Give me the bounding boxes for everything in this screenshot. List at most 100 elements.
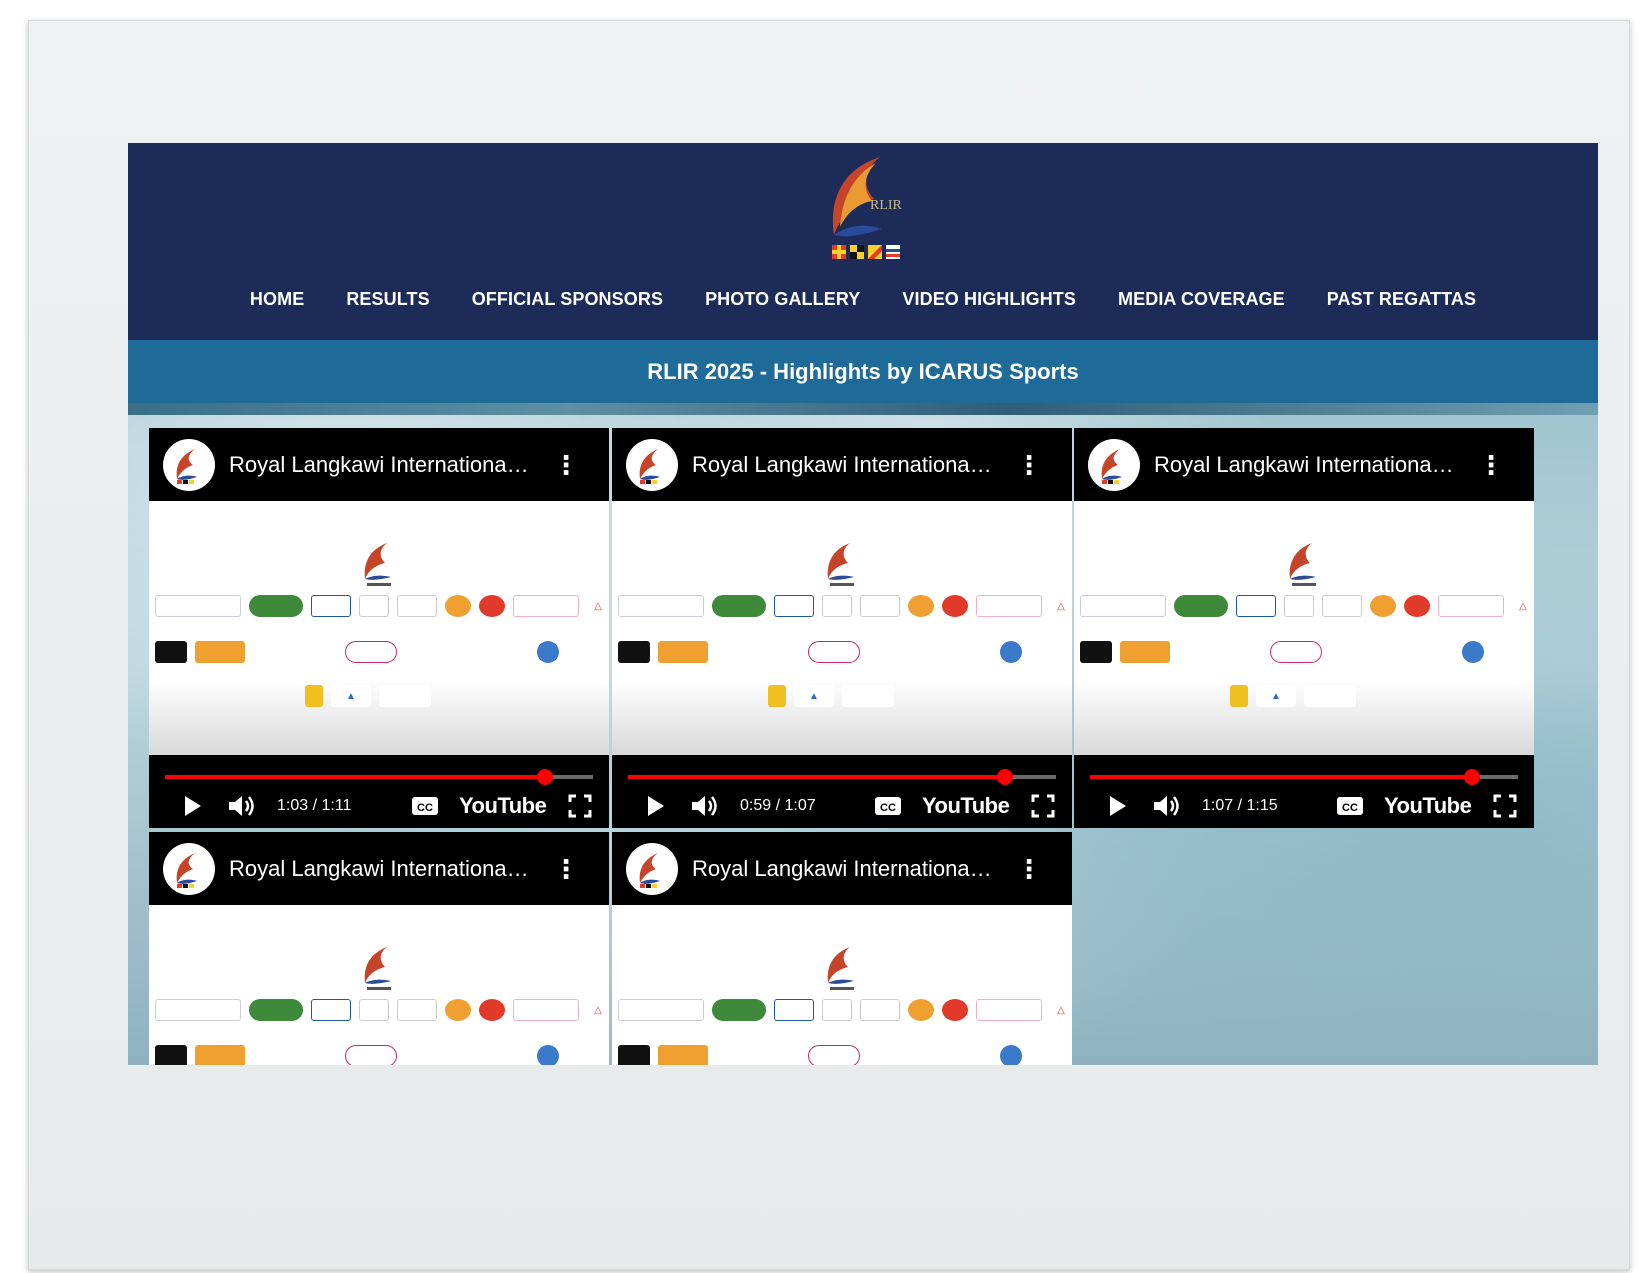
video-embed-5[interactable]: Royal Langkawi International Regatta 202… xyxy=(612,832,1072,1065)
captions-icon[interactable]: CC xyxy=(411,795,439,817)
video-title[interactable]: Royal Langkawi International Regatta 202… xyxy=(229,452,529,478)
video-embed-2[interactable]: Royal Langkawi International Regatta 202… xyxy=(612,428,1072,828)
video-header: Royal Langkawi International Regatta 202… xyxy=(1074,428,1534,501)
sponsor-logo xyxy=(1230,685,1248,707)
sponsor-logo xyxy=(774,999,814,1021)
sponsor-logo xyxy=(658,641,708,663)
sponsor-logo xyxy=(908,999,934,1021)
video-embed-1[interactable]: Royal Langkawi International Regatta 202… xyxy=(149,428,609,828)
sponsor-logo xyxy=(1284,595,1314,617)
sponsor-logo xyxy=(293,1045,337,1065)
sponsor-logo xyxy=(311,595,351,617)
scrubber-handle[interactable] xyxy=(997,769,1014,785)
sponsor-logo xyxy=(405,1045,495,1065)
captions-icon[interactable]: CC xyxy=(874,795,902,817)
sponsor-logo: ▲ xyxy=(794,685,834,707)
progress-bar[interactable] xyxy=(165,769,593,785)
sponsor-row-2 xyxy=(155,1045,559,1065)
video-title[interactable]: Royal Langkawi International Regatta 202… xyxy=(692,452,992,478)
nav-photo-gallery[interactable]: PHOTO GALLERY xyxy=(705,289,860,310)
progress-bar[interactable] xyxy=(628,769,1056,785)
video-embed-4[interactable]: Royal Langkawi International Regatta 202… xyxy=(149,832,609,1065)
scrubber-handle[interactable] xyxy=(536,769,553,785)
sponsor-row-1: △ ⛵ xyxy=(1080,595,1534,617)
nav-home[interactable]: HOME xyxy=(250,289,304,310)
play-icon[interactable] xyxy=(642,793,668,819)
nav-media-coverage[interactable]: MEDIA COVERAGE xyxy=(1118,289,1285,310)
play-icon[interactable] xyxy=(1104,793,1130,819)
sponsor-logo xyxy=(966,1045,992,1065)
video-title[interactable]: Royal Langkawi International Regatta 202… xyxy=(229,856,529,882)
sponsor-logo xyxy=(397,999,437,1021)
fullscreen-icon[interactable] xyxy=(1031,794,1055,818)
page-title-bar: RLIR 2025 - Highlights by ICARUS Sports xyxy=(128,340,1598,403)
sponsor-logo xyxy=(716,641,748,663)
sponsor-logo xyxy=(249,999,303,1021)
svg-text:CC: CC xyxy=(417,802,433,814)
scrubber-handle[interactable] xyxy=(1464,769,1481,785)
progress-bar[interactable] xyxy=(1090,769,1518,785)
sponsor-row-3: ▲ xyxy=(768,685,894,707)
channel-avatar[interactable] xyxy=(163,842,215,895)
volume-icon[interactable] xyxy=(227,793,257,819)
channel-avatar[interactable] xyxy=(163,438,215,491)
sponsor-logo xyxy=(1438,595,1504,617)
sponsor-logo xyxy=(249,595,303,617)
sponsor-logo xyxy=(908,595,934,617)
channel-avatar[interactable] xyxy=(1088,438,1140,491)
wave-strip xyxy=(128,403,1598,415)
sponsor-logo xyxy=(405,641,495,663)
sponsor-logo xyxy=(1080,641,1112,663)
sponsor-row-1: △ ⛵ xyxy=(618,595,1072,617)
volume-icon[interactable] xyxy=(1152,793,1182,819)
video-header: Royal Langkawi International Regatta 202… xyxy=(612,428,1072,501)
sponsor-row-2 xyxy=(618,1045,1022,1065)
sponsor-logo xyxy=(537,641,559,663)
channel-avatar[interactable] xyxy=(626,842,678,895)
youtube-logo[interactable]: YouTube xyxy=(922,793,1010,819)
nav-results[interactable]: RESULTS xyxy=(346,289,429,310)
sponsor-logo xyxy=(1218,641,1262,663)
more-vert-icon[interactable]: ⋮ xyxy=(1478,452,1504,478)
sponsor-logo xyxy=(253,641,285,663)
youtube-logo[interactable]: YouTube xyxy=(459,793,547,819)
sponsor-logo: △ xyxy=(1050,595,1072,617)
page-title: RLIR 2025 - Highlights by ICARUS Sports xyxy=(647,358,1079,384)
nav-official-sponsors[interactable]: OFFICIAL SPONSORS xyxy=(472,289,663,310)
video-title[interactable]: Royal Langkawi International Regatta 202… xyxy=(692,856,992,882)
more-vert-icon[interactable]: ⋮ xyxy=(1016,856,1042,882)
video-thumbnail[interactable]: △ ⛵ ▲ xyxy=(612,905,1072,1065)
video-thumbnail[interactable]: △ ⛵ ▲ xyxy=(149,501,609,755)
video-thumbnail[interactable]: △ ⛵ ▲ xyxy=(1074,501,1534,755)
player-controls: 1:03 / 1:11 CC YouTube xyxy=(149,755,609,828)
sponsor-logo xyxy=(1120,641,1170,663)
nav-video-highlights[interactable]: VIDEO HIGHLIGHTS xyxy=(902,289,1076,310)
sponsor-logo xyxy=(379,685,431,707)
more-vert-icon[interactable]: ⋮ xyxy=(1016,452,1042,478)
nav-past-regattas[interactable]: PAST REGATTAS xyxy=(1327,289,1476,310)
play-icon[interactable] xyxy=(179,793,205,819)
video-embed-3[interactable]: Royal Langkawi International Regatta 202… xyxy=(1074,428,1534,828)
more-vert-icon[interactable]: ⋮ xyxy=(553,452,579,478)
sponsor-logo xyxy=(868,1045,958,1065)
volume-icon[interactable] xyxy=(690,793,720,819)
video-title[interactable]: Royal Langkawi International Regatta 202… xyxy=(1154,452,1454,478)
video-thumbnail[interactable]: △ ⛵ ▲ xyxy=(612,501,1072,755)
fullscreen-icon[interactable] xyxy=(1493,794,1517,818)
progress-fill xyxy=(165,775,545,779)
channel-avatar[interactable] xyxy=(626,438,678,491)
video-thumbnail[interactable]: △ ⛵ ▲ xyxy=(149,905,609,1065)
youtube-logo[interactable]: YouTube xyxy=(1384,793,1472,819)
sponsor-row-1: △ ⛵ xyxy=(155,999,609,1021)
captions-icon[interactable]: CC xyxy=(1336,795,1364,817)
sponsor-logo xyxy=(479,999,505,1021)
more-vert-icon[interactable]: ⋮ xyxy=(553,856,579,882)
rlir-logo[interactable]: RLIR xyxy=(818,153,910,265)
organizer-logo xyxy=(364,947,391,990)
sponsor-logo xyxy=(293,641,337,663)
sponsor-logo xyxy=(808,641,860,663)
controls-row: 1:07 / 1:15 CC YouTube xyxy=(1074,789,1534,823)
sponsor-logo xyxy=(658,1045,708,1065)
sponsor-logo xyxy=(155,1045,187,1065)
fullscreen-icon[interactable] xyxy=(568,794,592,818)
